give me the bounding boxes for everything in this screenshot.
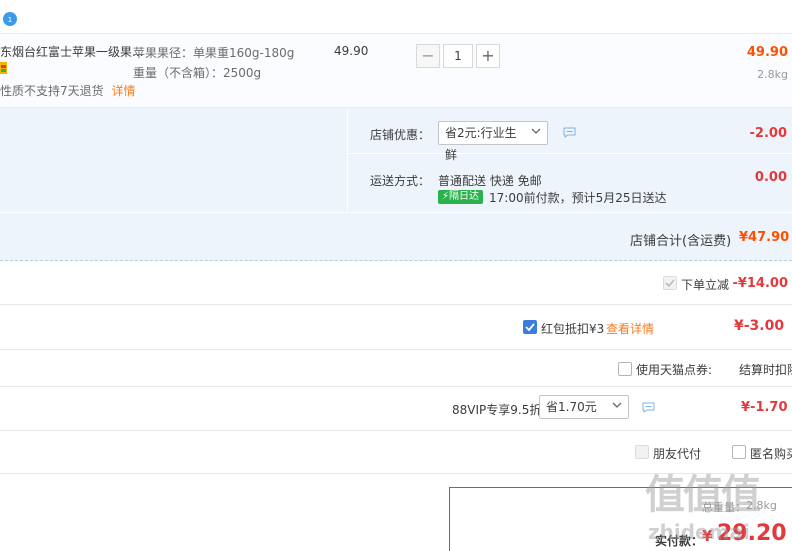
watermark-site: zhidemai [648, 520, 750, 544]
shop-discount-label: 店铺优惠： [370, 128, 431, 142]
friend-pay-checkbox[interactable] [635, 445, 649, 459]
row-divider [0, 304, 792, 305]
item-subtotal: 49.90 [746, 45, 788, 60]
vip-discount-select-value: 省1.70元 [546, 400, 597, 414]
next-day-badge: ⚡隔日达 [438, 190, 484, 204]
message-icon[interactable] [563, 127, 576, 138]
tmall-points-label: 使用天猫点券: [636, 363, 713, 377]
row-divider [0, 386, 792, 387]
tmall-points-note: 结算时扣除 [739, 363, 792, 377]
quantity-input[interactable]: 1 [443, 44, 473, 68]
band-divider [347, 110, 348, 212]
item-spec-2: 重量（不含箱）：2500g [133, 66, 262, 80]
item-unit-price: 49.90 [334, 44, 369, 58]
red-packet-amount: ¥-3.00 [734, 318, 785, 334]
instant-discount-label: 下单立减 [681, 278, 730, 292]
red-packet-label: 红包抵扣¥3 [541, 322, 605, 336]
item-service-icon [0, 62, 7, 74]
chevron-down-icon [531, 128, 541, 134]
vip-discount-label: 88VIP专享9.5折 [452, 403, 542, 417]
shipping-label: 运送方式： [370, 174, 431, 188]
band-divider [0, 212, 792, 213]
instant-discount-checkbox[interactable] [663, 276, 677, 290]
item-spec-1: 苹果果径：单果重160g-180g [133, 46, 295, 60]
item-service-note: 性质不支持7天退货 详情 [0, 84, 136, 98]
shop-discount-select[interactable]: 省2元:行业生鲜 [438, 121, 548, 162]
item-title[interactable]: 东烟台红富士苹果一级果... [0, 43, 143, 60]
top-band: 1 [0, 0, 792, 34]
anonymous-purchase-checkbox[interactable] [732, 445, 746, 459]
watermark-logo: 值值值 [645, 472, 761, 518]
shop-total-amount: ¥47.90 [739, 230, 790, 245]
row-divider [0, 430, 792, 431]
red-packet-detail-link[interactable]: 查看详情 [606, 320, 654, 337]
item-detail-link[interactable]: 详情 [111, 84, 135, 98]
shipping-method: 普通配送 快递 免邮 [438, 174, 542, 188]
vip-discount-amount: ¥-1.70 [741, 400, 788, 415]
row-divider [0, 349, 792, 350]
red-packet-checkbox[interactable] [523, 320, 537, 334]
shop-total-label: 店铺合计(含运费) [630, 234, 732, 249]
shop-discount-amount: -2.00 [749, 126, 787, 141]
shipping-eta: 17:00前付款，预计5月25日送达 [489, 191, 667, 205]
chevron-down-icon [612, 402, 622, 408]
check-icon [525, 323, 535, 332]
shop-badge-icon: 1 [3, 12, 17, 26]
vip-discount-select[interactable]: 省1.70元 [539, 395, 629, 419]
tmall-points-checkbox[interactable] [618, 362, 632, 376]
lightning-icon: ⚡ [442, 191, 450, 202]
instant-discount-amount: -¥14.00 [732, 276, 788, 291]
quantity-plus-button[interactable]: + [476, 44, 500, 68]
item-weight: 2.8kg [757, 68, 788, 81]
band-divider [347, 153, 792, 154]
svg-text:1: 1 [8, 16, 12, 24]
quantity-minus-button[interactable]: − [416, 44, 440, 68]
shipping-amount: 0.00 [754, 170, 787, 185]
anonymous-purchase-label: 匿名购买 [750, 447, 792, 461]
friend-pay-label: 朋友代付 [653, 447, 702, 461]
check-icon [665, 279, 675, 288]
message-icon[interactable] [642, 402, 655, 413]
